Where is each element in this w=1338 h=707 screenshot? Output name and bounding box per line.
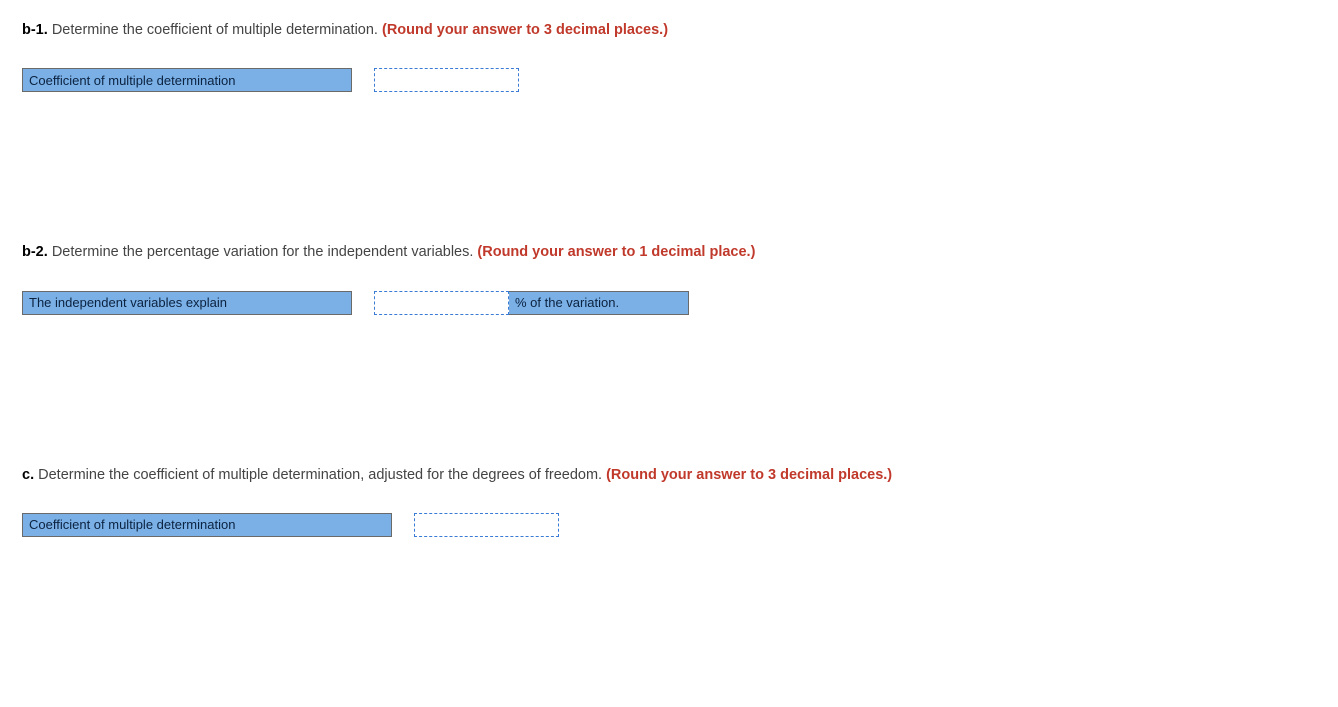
question-b1-input-cell bbox=[374, 68, 519, 92]
question-c-hint: (Round your answer to 3 decimal places.) bbox=[606, 467, 892, 483]
question-b2-label: b-2. bbox=[22, 244, 48, 260]
question-b1-field-label: Coefficient of multiple determination bbox=[22, 68, 352, 92]
question-c-field-label: Coefficient of multiple determination bbox=[22, 513, 392, 537]
question-c-input[interactable] bbox=[415, 514, 558, 536]
question-c-text: Determine the coefficient of multiple de… bbox=[38, 467, 602, 483]
question-c-answer-row: Coefficient of multiple determination bbox=[22, 513, 1316, 537]
question-b1-label: b-1. bbox=[22, 22, 48, 38]
question-b2-field-suffix: % of the variation. bbox=[509, 291, 689, 315]
question-b2-prompt: b-2. Determine the percentage variation … bbox=[22, 242, 1316, 262]
question-b1-prompt: b-1. Determine the coefficient of multip… bbox=[22, 20, 1316, 40]
question-c-input-cell bbox=[414, 513, 559, 537]
question-c-label: c. bbox=[22, 467, 34, 483]
question-b1: b-1. Determine the coefficient of multip… bbox=[22, 20, 1316, 92]
question-b1-answer-row: Coefficient of multiple determination bbox=[22, 68, 1316, 92]
question-b1-hint: (Round your answer to 3 decimal places.) bbox=[382, 22, 668, 38]
question-b2-input[interactable] bbox=[375, 292, 508, 314]
question-c-prompt: c. Determine the coefficient of multiple… bbox=[22, 465, 1316, 485]
question-c: c. Determine the coefficient of multiple… bbox=[22, 465, 1316, 537]
question-b2-text: Determine the percentage variation for t… bbox=[52, 244, 474, 260]
question-b2-input-cell bbox=[374, 291, 509, 315]
question-b2-field-label: The independent variables explain bbox=[22, 291, 352, 315]
question-b1-text: Determine the coefficient of multiple de… bbox=[52, 22, 378, 38]
question-b2-answer-row: The independent variables explain % of t… bbox=[22, 291, 1316, 315]
question-b2-hint: (Round your answer to 1 decimal place.) bbox=[477, 244, 755, 260]
question-b2: b-2. Determine the percentage variation … bbox=[22, 242, 1316, 314]
question-b1-input[interactable] bbox=[375, 69, 518, 91]
